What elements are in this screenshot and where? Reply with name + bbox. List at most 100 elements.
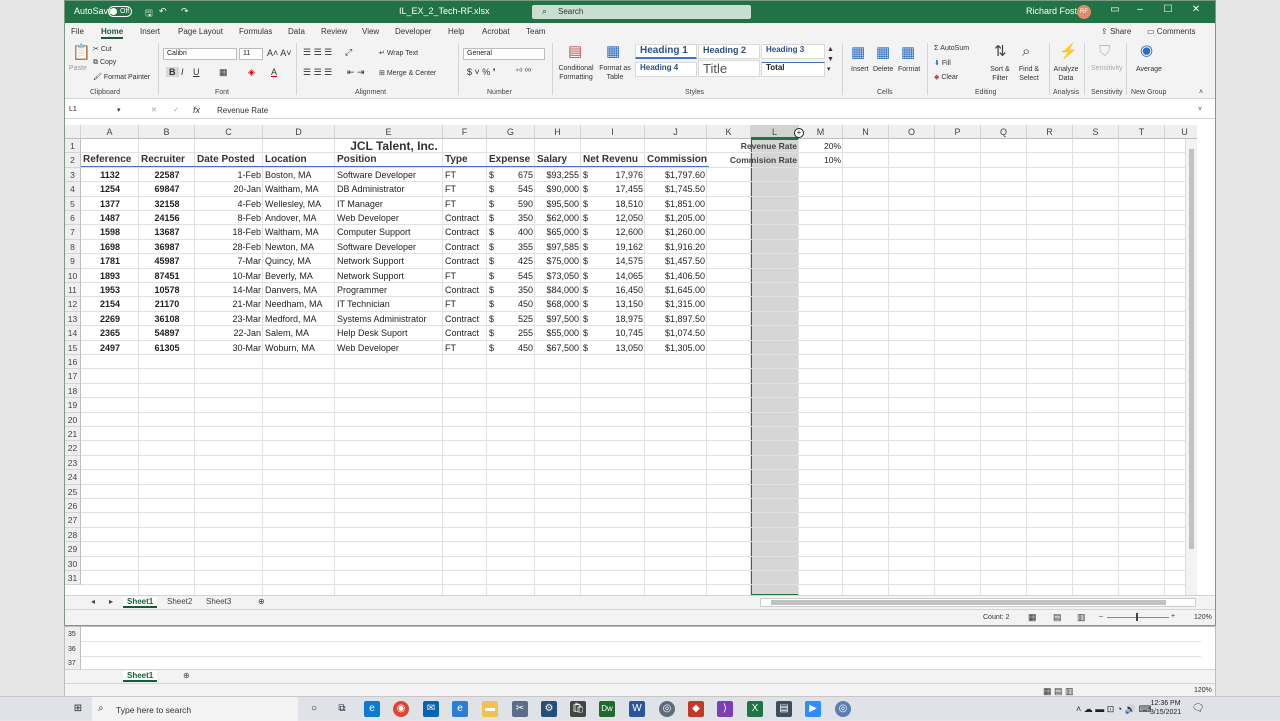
table-cell[interactable]: 2365 (81, 326, 139, 340)
column-header-B[interactable]: B (139, 125, 195, 139)
table-cell[interactable]: $1,457.50 (645, 254, 707, 268)
style-heading3[interactable]: Heading 3 (761, 44, 825, 59)
rate-label[interactable]: Revenue Rate (691, 139, 799, 153)
table-cell[interactable]: $ (487, 326, 501, 340)
rate-value[interactable]: 10% (799, 153, 843, 167)
table-cell[interactable]: $55,000 (535, 326, 581, 340)
table-cell[interactable]: $ (487, 225, 501, 239)
analyze-data-icon[interactable]: ⚡ (1059, 44, 1078, 60)
style-heading2[interactable]: Heading 2 (698, 44, 760, 59)
ribbon-display-icon[interactable]: ▭ (1107, 4, 1123, 15)
vertical-scrollbar[interactable] (1185, 139, 1197, 595)
table-cell[interactable]: $1,645.00 (645, 283, 707, 297)
table-cell[interactable]: 12,050 (595, 211, 645, 225)
table-cell[interactable]: $90,000 (535, 182, 581, 196)
column-header-A[interactable]: A (81, 125, 139, 139)
spreadsheet-grid[interactable]: A B C D E F G H I J K L M N O P Q R S T U 1 2 3 4 5 6 7 8 9 10 11 12 13 14… (65, 125, 1197, 595)
tab-review[interactable]: Review (321, 27, 347, 36)
analyze-data-button[interactable]: Analyze Data (1053, 65, 1079, 83)
row-header[interactable]: 3 (65, 167, 81, 183)
horizontal-scrollbar[interactable] (760, 598, 1196, 607)
table-cell[interactable]: 8-Feb (195, 211, 263, 225)
obs-icon[interactable]: ◎ (835, 701, 851, 717)
column-heading[interactable]: Type (443, 153, 487, 168)
table-cell[interactable]: $97,585 (535, 240, 581, 254)
tab-file[interactable]: File (71, 27, 84, 36)
borders-icon[interactable]: ▦ (219, 67, 228, 78)
table-cell[interactable]: Contract (443, 225, 487, 239)
table-cell[interactable]: 590 (501, 197, 535, 211)
table-cell[interactable]: 18,975 (595, 312, 645, 326)
row-header[interactable]: 11 (65, 283, 81, 298)
row-header[interactable]: 13 (65, 311, 81, 327)
conditional-formatting-button[interactable]: Conditional Formatting (557, 64, 595, 82)
dreamweaver-icon[interactable]: Dw (599, 701, 615, 717)
table-cell[interactable]: $67,500 (535, 341, 581, 355)
table-cell[interactable]: Help Desk Suport (335, 326, 443, 340)
table-cell[interactable]: Salem, MA (263, 326, 335, 340)
wrap-text-button[interactable]: ↵ Wrap Text (379, 49, 418, 57)
row-header[interactable]: 5 (65, 196, 81, 211)
column-heading[interactable]: Position (335, 153, 443, 168)
sheet-tab-3[interactable]: Sheet3 (206, 597, 231, 606)
table-cell[interactable]: Contract (443, 240, 487, 254)
lower-add-sheet-icon[interactable]: ⊕ (183, 671, 190, 680)
table-cell[interactable]: $68,000 (535, 297, 581, 311)
app-icon[interactable]: ◎ (659, 701, 675, 717)
fill-color-icon[interactable]: ◈ (248, 67, 255, 78)
formula-input[interactable]: Revenue Rate (217, 106, 268, 115)
tab-developer[interactable]: Developer (395, 27, 431, 36)
table-cell[interactable]: Programmer (335, 283, 443, 297)
table-cell[interactable]: 350 (501, 283, 535, 297)
collapse-ribbon-icon[interactable]: ˄ (1199, 89, 1203, 96)
table-cell[interactable]: 350 (501, 211, 535, 225)
format-cells-icon[interactable]: ▦ (901, 45, 915, 61)
column-heading[interactable]: Net Revenu (581, 153, 645, 168)
table-cell[interactable]: Wellesley, MA (263, 197, 335, 211)
column-heading[interactable]: Date Posted (195, 153, 263, 168)
table-cell[interactable]: Contract (443, 283, 487, 297)
column-header-M[interactable]: M (799, 125, 843, 139)
sensitivity-icon[interactable]: ⛉ (1099, 44, 1110, 60)
name-box[interactable]: L1 (66, 105, 124, 117)
comments-button[interactable]: ▭ Comments (1147, 27, 1195, 36)
cut-button[interactable]: ✂ Cut (93, 45, 112, 53)
table-cell[interactable]: 18,510 (595, 197, 645, 211)
table-cell[interactable]: $73,050 (535, 269, 581, 283)
table-cell[interactable]: 17,976 (595, 168, 645, 182)
column-header-O[interactable]: O (889, 125, 935, 139)
table-cell[interactable]: 545 (501, 182, 535, 196)
table-cell[interactable]: Network Support (335, 254, 443, 268)
table-cell[interactable]: $ (487, 182, 501, 196)
table-cell[interactable]: 4-Feb (195, 197, 263, 211)
sort-filter-button[interactable]: Sort & Filter (988, 65, 1012, 83)
number-format-box[interactable]: General (463, 48, 545, 60)
styles-more-icon[interactable]: ▲ ▼ ▾ (827, 45, 834, 75)
column-header-F[interactable]: F (443, 125, 487, 139)
table-cell[interactable]: 22587 (139, 168, 195, 182)
close-button[interactable]: ✕ (1188, 4, 1204, 15)
enter-icon[interactable]: ✓ (173, 106, 179, 114)
table-cell[interactable]: IT Manager (335, 197, 443, 211)
row-header[interactable]: 30 (65, 556, 81, 571)
table-cell[interactable]: 545 (501, 269, 535, 283)
table-cell[interactable]: $1,897.50 (645, 312, 707, 326)
table-cell[interactable]: 28-Feb (195, 240, 263, 254)
maximize-button[interactable]: ☐ (1160, 4, 1176, 15)
row-header[interactable]: 27 (65, 513, 81, 528)
format-as-table-icon[interactable]: ▦ (606, 44, 620, 60)
tab-help[interactable]: Help (448, 27, 464, 36)
table-cell[interactable]: 13,150 (595, 297, 645, 311)
zoom-out-button[interactable]: – (1099, 613, 1103, 620)
table-cell[interactable]: 13,050 (595, 341, 645, 355)
column-heading[interactable]: Location (263, 153, 335, 168)
minimize-button[interactable]: – (1132, 4, 1148, 15)
table-cell[interactable]: 21170 (139, 297, 195, 311)
column-header-N[interactable]: N (843, 125, 889, 139)
file-name[interactable]: IL_EX_2_Tech-RF.xlsx (399, 6, 490, 16)
table-cell[interactable]: $1,851.00 (645, 197, 707, 211)
table-cell[interactable]: Quincy, MA (263, 254, 335, 268)
average-button[interactable]: Average (1136, 66, 1162, 73)
copy-button[interactable]: ⧉ Copy (93, 59, 116, 67)
table-cell[interactable]: $ (581, 182, 595, 196)
